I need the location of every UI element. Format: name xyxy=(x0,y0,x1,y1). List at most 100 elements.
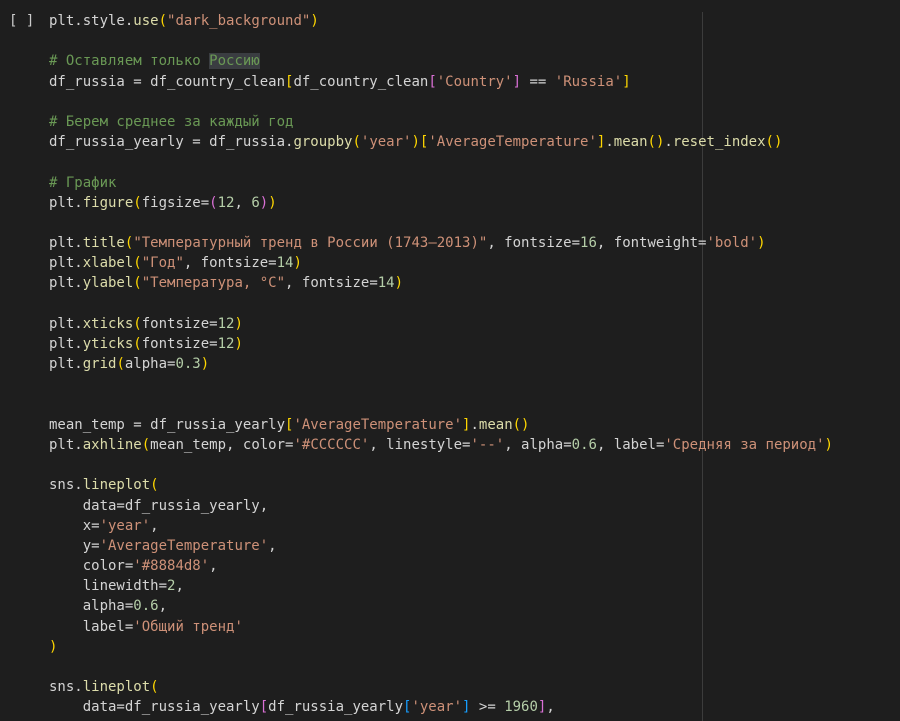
code-token: 12 xyxy=(217,194,235,211)
code-token: figsize= xyxy=(141,194,210,211)
notebook-code-cell[interactable]: [ ] plt.style.use("dark_background") # О… xyxy=(0,0,900,721)
code-token: df_russia_yearly xyxy=(268,699,404,716)
code-token: 12 xyxy=(217,315,235,332)
code-token: , fontsize= xyxy=(183,255,277,272)
code-token: ) xyxy=(234,336,243,352)
code-token: label= xyxy=(49,618,134,635)
code-line[interactable]: data=df_russia_yearly, xyxy=(49,496,833,516)
code-line[interactable]: ) xyxy=(49,637,833,657)
code-token: "Температура, °C" xyxy=(141,275,286,292)
code-line[interactable]: plt.grid(alpha=0.3) xyxy=(49,354,833,374)
code-line[interactable] xyxy=(49,395,833,415)
code-token: 6 xyxy=(251,194,260,211)
code-token: ( xyxy=(158,13,168,29)
code-line[interactable]: data=df_russia_yearly[df_russia_yearly['… xyxy=(49,697,833,717)
code-token: fontsize= xyxy=(141,336,218,352)
code-token: linewidth= xyxy=(49,578,168,595)
code-token: . xyxy=(664,134,673,151)
code-token: . xyxy=(470,416,479,433)
code-line[interactable] xyxy=(49,455,833,475)
code-token: use xyxy=(133,13,159,29)
code-line[interactable]: x='year', xyxy=(49,516,833,536)
code-line[interactable]: color='#8884d8', xyxy=(49,556,833,576)
code-token: == xyxy=(521,73,555,90)
code-line[interactable]: df_russia_yearly = df_russia.groupby('ye… xyxy=(49,132,833,152)
code-line[interactable] xyxy=(49,657,833,677)
code-token: [ xyxy=(259,699,269,716)
code-line[interactable] xyxy=(49,213,833,233)
code-token: , linestyle= xyxy=(369,436,471,453)
code-token: plt. xyxy=(49,315,83,332)
code-token: ) xyxy=(411,134,420,151)
code-token: plt. xyxy=(49,235,83,252)
code-line[interactable]: plt.yticks(fontsize=12) xyxy=(49,334,833,354)
code-line[interactable]: sns.lineplot( xyxy=(49,475,833,495)
code-token: mean xyxy=(478,416,513,433)
code-token: ) xyxy=(234,315,243,332)
code-token: plt. xyxy=(49,436,83,453)
code-token: data=df_russia_yearly xyxy=(49,699,260,716)
code-token: lineplot xyxy=(82,477,151,494)
code-token: , xyxy=(546,699,555,716)
code-line[interactable]: label='Общий тренд' xyxy=(49,617,833,637)
code-token: ( xyxy=(352,134,361,151)
code-line[interactable] xyxy=(49,374,833,394)
code-line[interactable]: plt.style.use("dark_background") xyxy=(49,11,833,31)
code-token: ( xyxy=(133,194,142,211)
code-line[interactable]: y='AverageTemperature', xyxy=(49,536,833,556)
code-line[interactable]: plt.xticks(fontsize=12) xyxy=(49,314,833,334)
code-line[interactable]: plt.title("Температурный тренд в России … xyxy=(49,233,833,253)
code-token: ] xyxy=(622,73,631,90)
code-line[interactable]: sns.lineplot( xyxy=(49,677,833,697)
code-token: ( xyxy=(150,679,159,696)
code-token: , label= xyxy=(596,436,665,453)
code-token: alpha= xyxy=(124,356,176,373)
code-token: 16 xyxy=(580,235,597,252)
code-line[interactable] xyxy=(49,31,833,51)
code-token: () xyxy=(512,416,530,433)
code-token: xlabel xyxy=(82,255,134,272)
code-token: ) xyxy=(310,13,319,29)
code-token: ( xyxy=(209,194,218,211)
code-token: ( xyxy=(133,275,142,292)
code-line[interactable]: df_russia = df_country_clean [df_country_… xyxy=(49,72,833,92)
code-line[interactable]: alpha=0.6, xyxy=(49,596,833,616)
code-token: ( xyxy=(133,255,142,272)
code-token: ylabel xyxy=(82,275,134,292)
code-line[interactable]: mean_temp = df_russia_yearly['AverageTem… xyxy=(49,415,833,435)
code-token: alpha= xyxy=(49,598,134,615)
code-line[interactable]: # График xyxy=(49,173,833,193)
code-token: lineplot xyxy=(82,679,151,696)
code-line[interactable]: # Оставляем только Россию xyxy=(49,51,833,71)
code-token: df_russia_yearly = df_russia. xyxy=(49,134,294,151)
code-token: 'year' xyxy=(360,134,412,151)
code-line[interactable]: plt.axhline(mean_temp, color='#CCCCCC', … xyxy=(49,435,833,455)
code-token: ) xyxy=(824,436,833,453)
code-token: 14 xyxy=(276,255,294,272)
code-token: , fontsize= xyxy=(487,235,581,252)
code-token: ( xyxy=(133,315,142,332)
code-line[interactable] xyxy=(49,152,833,172)
code-token: 'year' xyxy=(411,699,463,716)
code-token: 1960 xyxy=(504,699,538,716)
code-token: () xyxy=(647,134,665,151)
code-token: , xyxy=(268,537,277,554)
code-line[interactable]: # Берем среднее за каждый год xyxy=(49,112,833,132)
code-line[interactable] xyxy=(49,92,833,112)
cell-run-button[interactable]: [ ] xyxy=(9,11,34,31)
code-line[interactable]: plt.xlabel("Год", fontsize=14) xyxy=(49,253,833,273)
code-token: , xyxy=(209,558,218,575)
code-token: data=df_russia_yearly, xyxy=(49,497,269,514)
code-line[interactable] xyxy=(49,294,833,314)
code-token: plt.style. xyxy=(49,13,134,29)
code-token: '#CCCCCC' xyxy=(293,436,370,453)
code-line[interactable]: linewidth=2, xyxy=(49,576,833,596)
code-line[interactable]: plt.ylabel("Температура, °C", fontsize=1… xyxy=(49,273,833,293)
code-token: mean_temp = df_russia_yearly xyxy=(49,416,286,433)
code-line[interactable]: plt.figure(figsize=(12, 6)) xyxy=(49,193,833,213)
code-editor[interactable]: plt.style.use("dark_background") # Остав… xyxy=(49,11,833,718)
code-token: 'year' xyxy=(99,517,151,534)
code-token: ) xyxy=(757,235,766,252)
code-token: # Берем среднее за каждый год xyxy=(49,113,294,130)
code-token: 'Country' xyxy=(436,73,513,90)
